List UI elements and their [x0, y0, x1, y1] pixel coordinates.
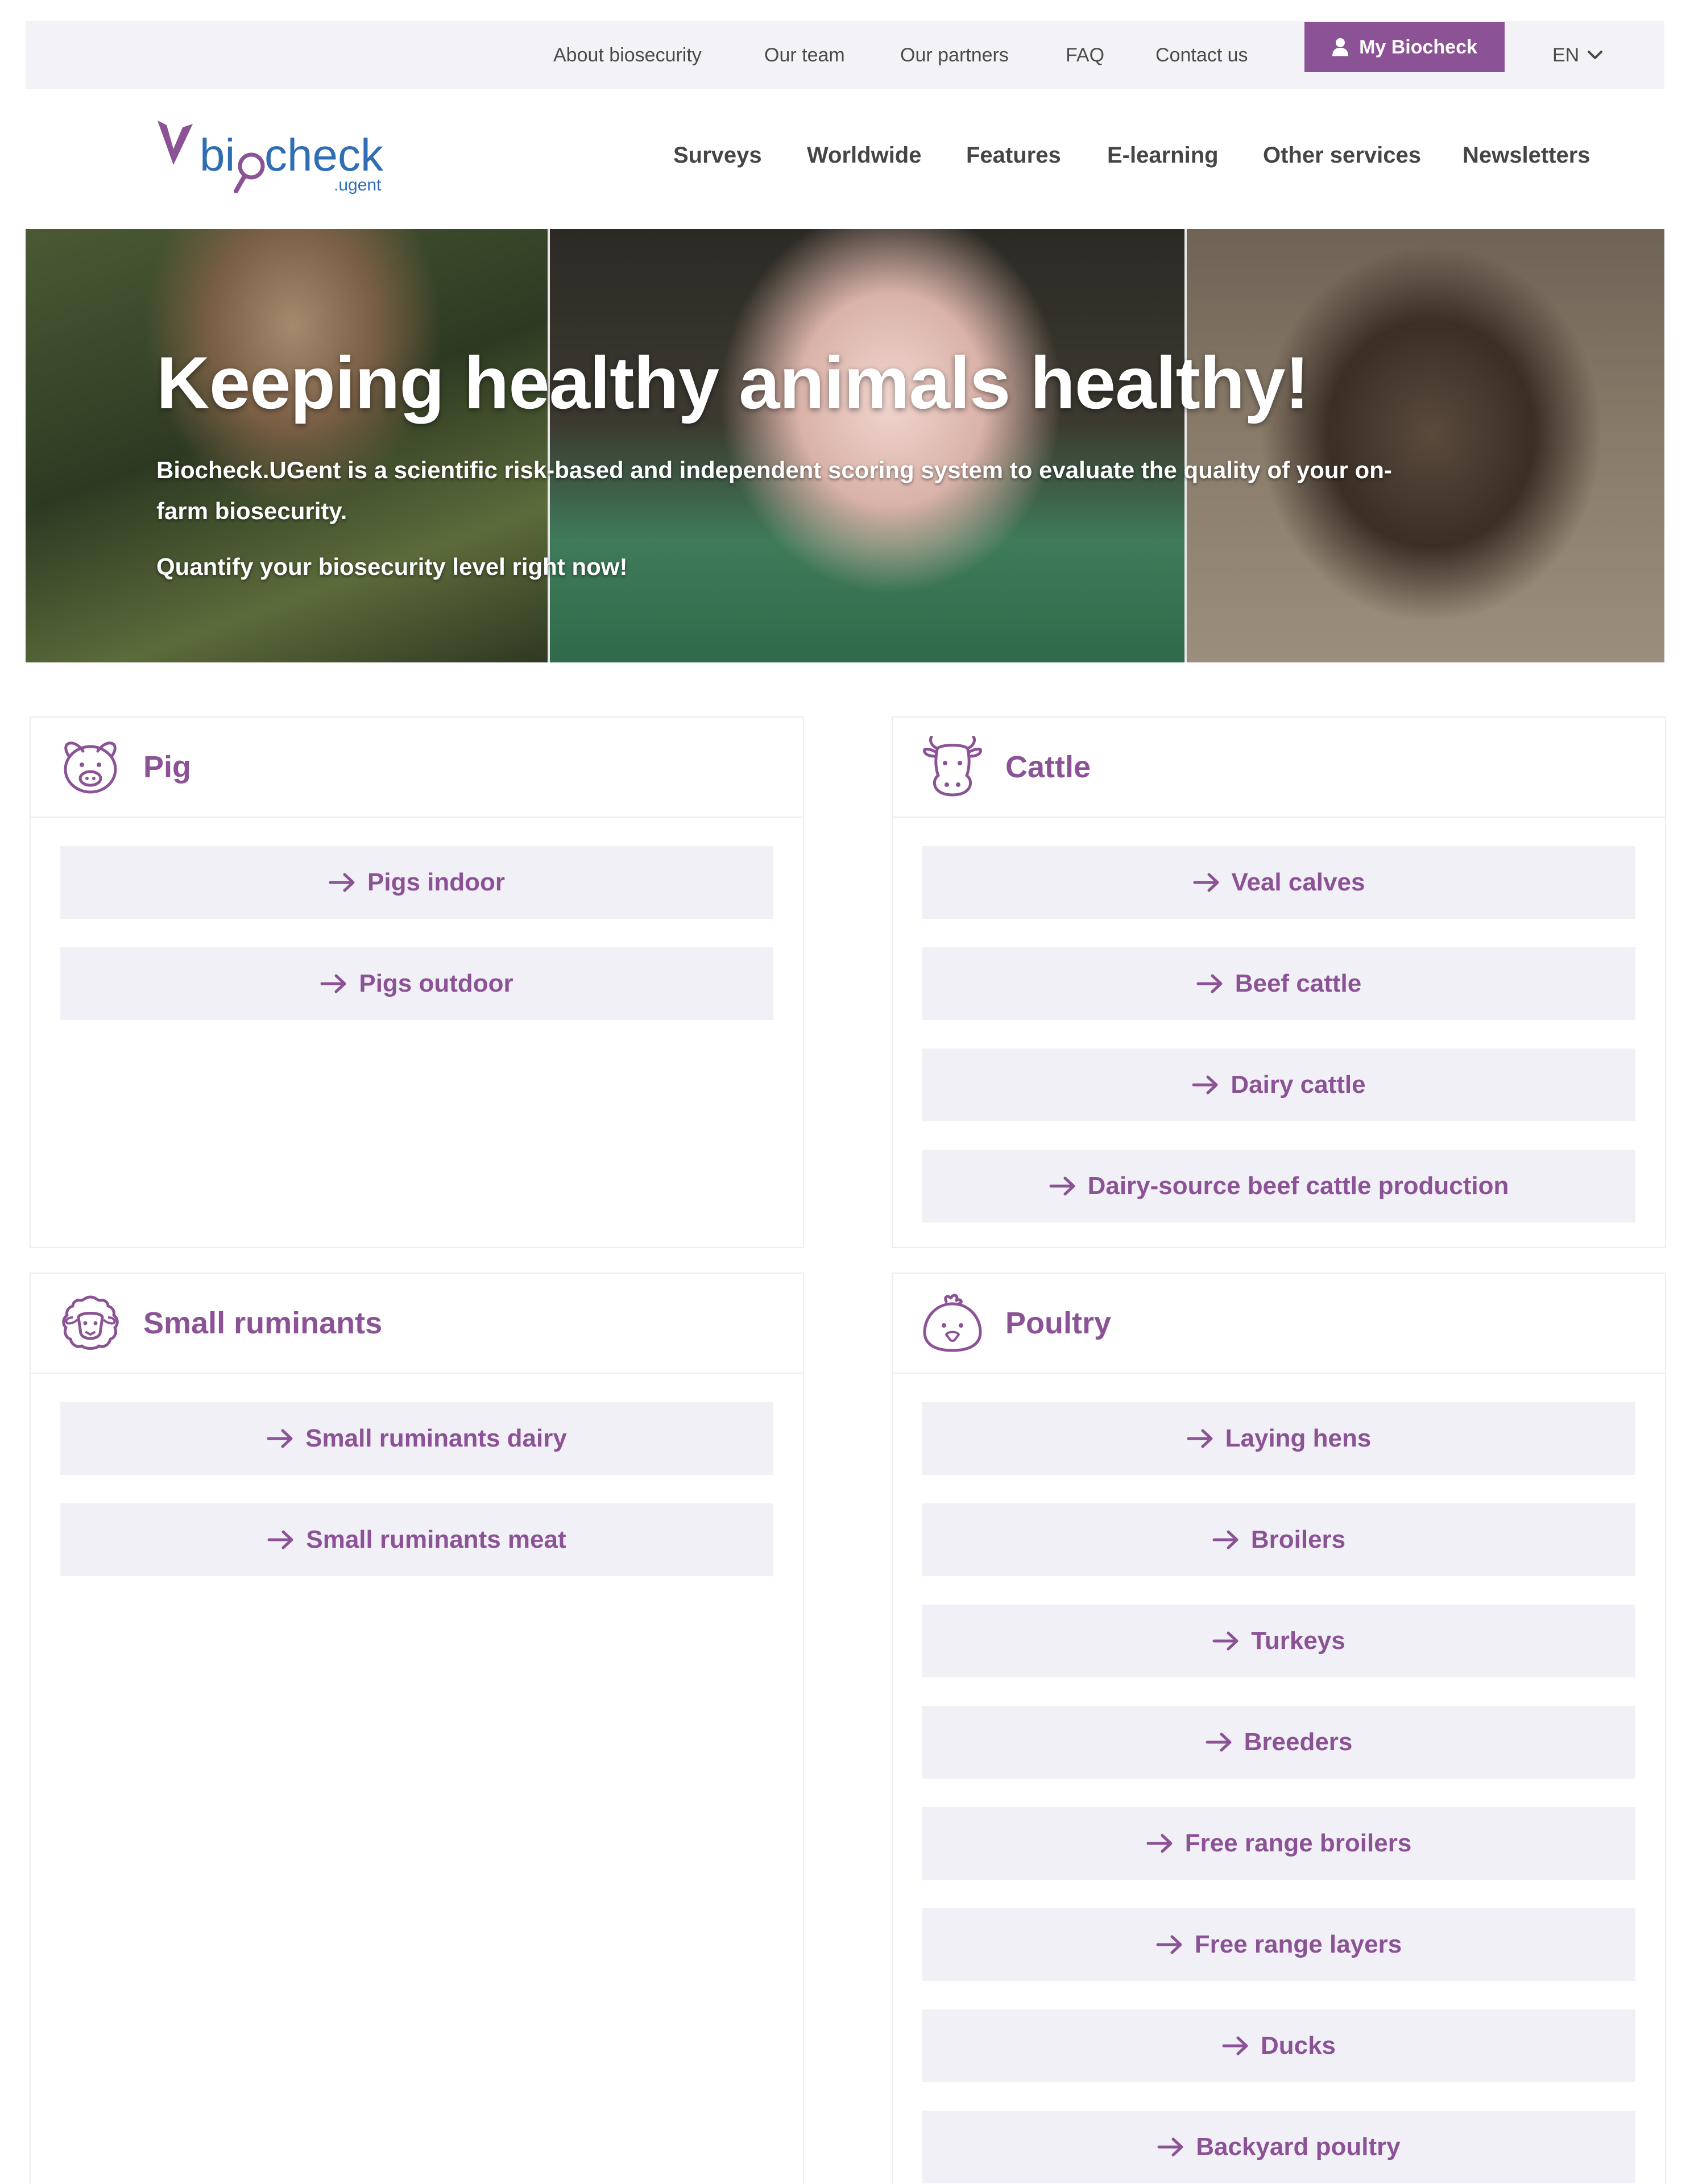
my-biocheck-label: My Biocheck: [1359, 36, 1477, 58]
card-small-ruminants: Small ruminants Small ruminants dairy Sm…: [30, 1273, 804, 2184]
hero-divider-2: [1184, 229, 1187, 662]
card-header-cattle: Cattle: [893, 718, 1665, 818]
survey-link-label: Broilers: [1250, 1526, 1346, 1553]
top-utility-bar: About biosecurity Our team Our partners …: [26, 21, 1664, 89]
hero-image-chicken: [1187, 229, 1664, 662]
arrow-right-icon: [1187, 1429, 1213, 1448]
svg-text:bi: bi: [200, 130, 235, 180]
survey-link-label: Free range broilers: [1184, 1829, 1412, 1857]
survey-link-label: Small ruminants meat: [306, 1526, 566, 1553]
survey-link-broilers[interactable]: Broilers: [922, 1503, 1635, 1576]
svg-text:.ugent: .ugent: [334, 176, 382, 194]
survey-link-pigs-outdoor[interactable]: Pigs outdoor: [60, 947, 773, 1020]
arrow-right-icon: [267, 1530, 293, 1549]
survey-link-turkeys[interactable]: Turkeys: [922, 1605, 1635, 1677]
my-biocheck-button[interactable]: My Biocheck: [1304, 22, 1505, 72]
survey-link-label: Ducks: [1260, 2032, 1336, 2059]
survey-link-label: Free range layers: [1194, 1930, 1402, 1958]
survey-link-breeders[interactable]: Breeders: [922, 1706, 1635, 1779]
survey-link-laying-hens[interactable]: Laying hens: [922, 1402, 1635, 1475]
hero-image-pig: [550, 229, 1186, 662]
survey-link-label: Laying hens: [1225, 1424, 1372, 1452]
arrow-right-icon: [1206, 1733, 1232, 1752]
cow-icon: [923, 736, 982, 797]
arrow-right-icon: [1222, 2036, 1248, 2055]
card-poultry: Poultry Laying hens Broilers Turkeys Bre…: [892, 1273, 1666, 2184]
top-link-faq[interactable]: FAQ: [1066, 21, 1104, 89]
survey-link-label: Breeders: [1244, 1728, 1353, 1756]
survey-link-label: Turkeys: [1251, 1627, 1345, 1655]
survey-link-free-range-layers[interactable]: Free range layers: [922, 1908, 1635, 1981]
svg-text:check: check: [264, 130, 384, 180]
pig-icon: [64, 741, 117, 794]
arrow-right-icon: [1156, 1935, 1182, 1954]
survey-link-dairy-source-beef[interactable]: Dairy-source beef cattle production: [922, 1150, 1635, 1222]
chicken-icon: [923, 1294, 982, 1352]
survey-link-ducks[interactable]: Ducks: [922, 2009, 1635, 2082]
survey-link-small-ruminants-dairy[interactable]: Small ruminants dairy: [60, 1402, 773, 1475]
arrow-right-icon: [1212, 1631, 1238, 1651]
card-header-small-ruminants: Small ruminants: [31, 1274, 803, 1374]
card-header-pig: Pig: [31, 718, 803, 818]
survey-link-label: Dairy-source beef cattle production: [1087, 1172, 1509, 1200]
survey-link-backyard-poultry[interactable]: Backyard poultry: [922, 2111, 1635, 2183]
top-link-our-team[interactable]: Our team: [764, 21, 845, 89]
hero-divider-1: [548, 229, 550, 662]
language-label: EN: [1552, 44, 1580, 66]
survey-link-dairy-cattle[interactable]: Dairy cattle: [922, 1049, 1635, 1121]
survey-link-label: Pigs indoor: [367, 868, 505, 896]
biocheck-logo[interactable]: bi check .ugent: [156, 119, 384, 196]
survey-link-beef-cattle[interactable]: Beef cattle: [922, 947, 1635, 1020]
arrow-right-icon: [1196, 974, 1223, 993]
arrow-right-icon: [1192, 1075, 1218, 1095]
top-link-contact-us[interactable]: Contact us: [1155, 21, 1248, 89]
nav-other-services[interactable]: Other services: [1263, 124, 1421, 187]
card-pig: Pig Pigs indoor Pigs outdoor: [30, 716, 804, 1248]
nav-features[interactable]: Features: [966, 124, 1061, 187]
survey-link-veal-calves[interactable]: Veal calves: [922, 846, 1635, 919]
card-cattle: Cattle Veal calves Beef cattle Dairy cat…: [892, 716, 1666, 1248]
hero-subtitle: Biocheck.UGent is a scientific risk-base…: [156, 457, 1392, 524]
card-title-small-ruminants: Small ruminants: [143, 1306, 383, 1340]
nav-worldwide[interactable]: Worldwide: [807, 124, 921, 187]
hero-image-cow: [26, 229, 549, 662]
card-header-poultry: Poultry: [893, 1274, 1665, 1374]
arrow-right-icon: [1212, 1530, 1238, 1549]
survey-link-label: Dairy cattle: [1231, 1071, 1366, 1099]
nav-e-learning[interactable]: E-learning: [1107, 124, 1219, 187]
arrow-right-icon: [1193, 873, 1219, 892]
top-link-about-biosecurity[interactable]: About biosecurity: [553, 21, 702, 89]
survey-link-small-ruminants-meat[interactable]: Small ruminants meat: [60, 1503, 773, 1576]
survey-link-label: Backyard poultry: [1196, 2133, 1401, 2161]
arrow-right-icon: [1157, 2137, 1183, 2157]
hero-banner: Keeping healthy animals healthy! Biochec…: [26, 229, 1664, 662]
user-icon: [1332, 38, 1349, 56]
hero-call-to-action: Quantify your biosecurity level right no…: [156, 553, 628, 580]
card-title-poultry: Poultry: [1005, 1306, 1112, 1340]
chevron-down-icon: [1588, 51, 1603, 59]
card-title-cattle: Cattle: [1005, 750, 1091, 784]
sheep-icon: [62, 1295, 119, 1350]
survey-link-label: Beef cattle: [1235, 969, 1362, 997]
arrow-right-icon: [320, 974, 346, 993]
nav-surveys[interactable]: Surveys: [673, 124, 762, 187]
arrow-right-icon: [329, 873, 355, 892]
survey-link-label: Small ruminants dairy: [305, 1424, 567, 1452]
arrow-right-icon: [267, 1429, 293, 1448]
survey-link-label: Pigs outdoor: [359, 969, 513, 997]
hero-title: Keeping healthy animals healthy!: [156, 341, 1310, 424]
language-selector[interactable]: EN: [1552, 21, 1603, 89]
nav-newsletters[interactable]: Newsletters: [1463, 124, 1590, 187]
card-title-pig: Pig: [143, 750, 192, 784]
top-link-our-partners[interactable]: Our partners: [900, 21, 1009, 89]
arrow-right-icon: [1146, 1834, 1173, 1853]
survey-link-pigs-indoor[interactable]: Pigs indoor: [60, 846, 773, 919]
survey-link-label: Veal calves: [1231, 868, 1365, 896]
arrow-right-icon: [1049, 1176, 1075, 1196]
survey-link-free-range-broilers[interactable]: Free range broilers: [922, 1807, 1635, 1880]
